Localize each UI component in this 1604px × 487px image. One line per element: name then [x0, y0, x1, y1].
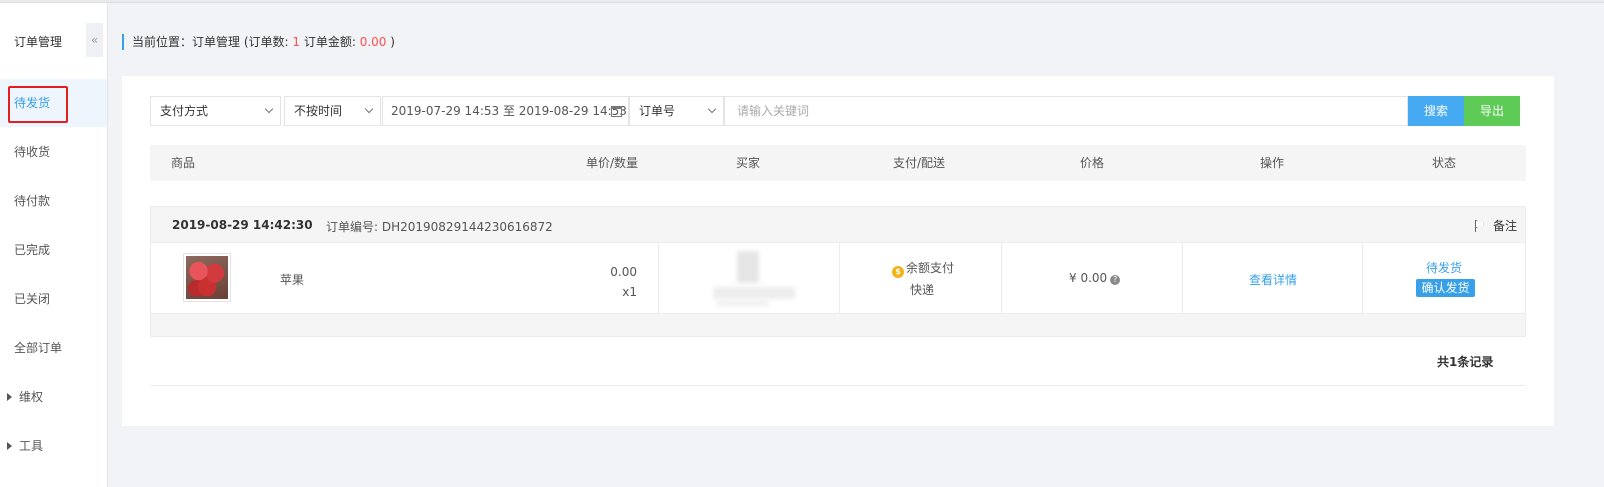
confirm-shipment-button[interactable]: 确认发货: [1416, 279, 1475, 297]
search-button[interactable]: 搜索: [1408, 96, 1464, 126]
flag-icon: [1474, 220, 1485, 232]
payment-method-value: 支付方式: [160, 104, 209, 118]
sidebar: 订单管理 « 待发货 待收货 待付款 已完成 已关闭 全部订单 维权 工具: [0, 3, 108, 487]
caret-right-icon: [7, 393, 12, 401]
time-mode-select[interactable]: 不按时间: [284, 96, 381, 126]
quantity: x1: [622, 285, 637, 299]
sidebar-group-label: 维权: [19, 390, 44, 404]
caret-right-icon: [7, 442, 12, 450]
column-header-actions: 操作: [1260, 156, 1285, 170]
cell-divider: [1182, 243, 1183, 313]
shipping-method: 快递: [910, 283, 935, 297]
column-header-status: 状态: [1432, 156, 1457, 170]
note-label: 备注: [1492, 219, 1517, 233]
order-row: 苹果 0.00 x1 $ 余额支付 快递 ¥ 0.00? 查看详情 待发货 确认发…: [150, 243, 1526, 314]
column-header-product: 商品: [171, 156, 196, 170]
search-field-value: 订单号: [639, 104, 676, 118]
chevron-down-icon: [364, 104, 374, 114]
product-name[interactable]: 苹果: [280, 271, 304, 288]
view-details-link[interactable]: 查看详情: [1249, 271, 1297, 288]
divider: [150, 385, 1526, 386]
apple-image: [186, 256, 228, 299]
top-border: [0, 0, 1604, 3]
filter-bar: 支付方式 不按时间 2019-07-29 14:53 至 2019-08-29 …: [150, 96, 1520, 126]
order-price: ¥ 0.00?: [1069, 271, 1121, 285]
sidebar-group-tools[interactable]: 工具: [0, 422, 107, 470]
breadcrumb: 当前位置：订单管理 (订单数: 1 订单金额: 0.00 ): [122, 34, 395, 50]
table-header: 商品 单价/数量 买家 支付/配送 价格 操作 状态: [150, 145, 1526, 181]
column-header-buyer: 买家: [736, 156, 761, 170]
date-range-value: 2019-07-29 14:53 至 2019-08-29 14:53: [391, 104, 627, 118]
sidebar-group-rights[interactable]: 维权: [0, 373, 107, 421]
payment-method: $ 余额支付: [892, 259, 954, 278]
sidebar-item-pending-payment[interactable]: 待付款: [0, 177, 107, 225]
order-footer: [150, 314, 1526, 337]
sidebar-item-pending-receipt[interactable]: 待收货: [0, 128, 107, 176]
chevron-down-icon: [707, 104, 717, 114]
order-number: 订单编号: DH20190829144230616872: [326, 220, 553, 234]
cell-divider: [658, 243, 659, 313]
export-button[interactable]: 导出: [1464, 96, 1520, 126]
sidebar-title: 订单管理: [14, 35, 63, 49]
search-field-select[interactable]: 订单号: [629, 96, 724, 126]
orders-panel: 支付方式 不按时间 2019-07-29 14:53 至 2019-08-29 …: [122, 76, 1554, 426]
order-status: 待发货: [1426, 261, 1463, 275]
column-header-unit-price: 单价/数量: [586, 156, 639, 170]
unit-price-quantity: 0.00 x1: [610, 262, 637, 302]
order-header: 2019-08-29 14:42:30 订单编号: DH201908291442…: [150, 206, 1526, 243]
highlight-annotation: [8, 86, 68, 123]
cell-divider: [1362, 243, 1363, 313]
record-count: 共1条记录: [1437, 355, 1494, 369]
calendar-icon: [611, 106, 622, 117]
buyer-avatar-blurred: [713, 251, 795, 307]
sidebar-item-all-orders[interactable]: 全部订单: [0, 324, 107, 372]
cell-divider: [839, 243, 840, 313]
breadcrumb-suffix: ): [386, 35, 395, 49]
date-range-picker[interactable]: 2019-07-29 14:53 至 2019-08-29 14:53: [382, 96, 629, 126]
keyword-input[interactable]: [725, 97, 1407, 125]
column-header-price: 价格: [1080, 156, 1105, 170]
order-amount: 0.00: [359, 35, 387, 49]
payment-label: 余额支付: [906, 261, 955, 275]
breadcrumb-prefix: 当前位置：订单管理 (订单数:: [132, 35, 293, 49]
unit-price: 0.00: [610, 265, 637, 279]
sidebar-group-label: 工具: [19, 439, 44, 453]
order-datetime: 2019-08-29 14:42:30: [172, 218, 313, 232]
price-value: ¥ 0.00: [1069, 271, 1108, 285]
coin-icon: $: [892, 266, 904, 278]
product-thumbnail[interactable]: [183, 253, 231, 302]
payment-method-select[interactable]: 支付方式: [150, 96, 281, 126]
sidebar-item-completed[interactable]: 已完成: [0, 226, 107, 274]
cell-divider: [1001, 243, 1002, 313]
sidebar-item-closed[interactable]: 已关闭: [0, 275, 107, 323]
time-mode-value: 不按时间: [294, 104, 343, 118]
keyword-search-box: [724, 96, 1408, 126]
amount-label: 订单金额:: [300, 35, 360, 49]
chevron-down-icon: [264, 104, 274, 114]
order-count: 1: [292, 35, 300, 49]
note-button[interactable]: 备注: [1474, 217, 1517, 234]
collapse-icon[interactable]: «: [86, 23, 103, 57]
question-icon[interactable]: ?: [1110, 275, 1121, 285]
column-header-payment-shipping: 支付/配送: [893, 156, 946, 170]
